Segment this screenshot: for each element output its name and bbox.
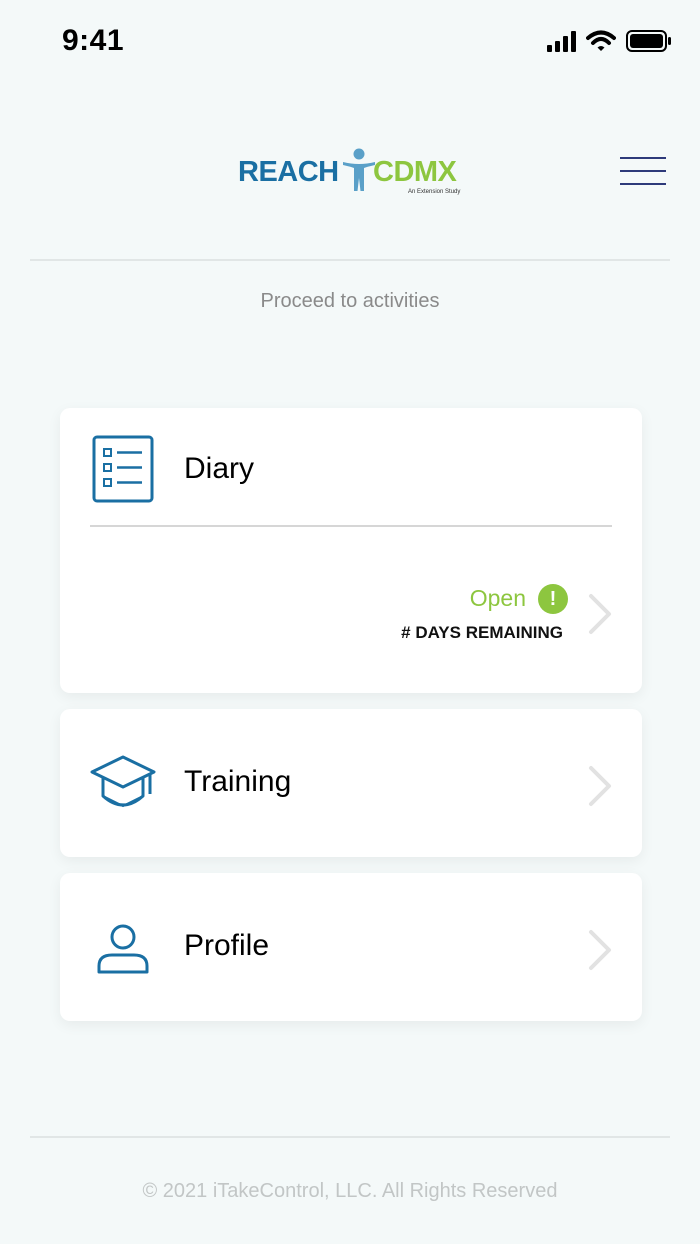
profile-card[interactable]: Profile xyxy=(60,873,642,1021)
person-icon xyxy=(97,924,149,974)
logo-subtitle: An Extension Study xyxy=(408,189,461,195)
header: REACH CDMX An Extension Study xyxy=(0,120,700,230)
exclamation-icon: ! xyxy=(538,584,568,614)
diary-title: Diary xyxy=(184,452,255,485)
battery-icon xyxy=(626,30,671,52)
graduation-cap-icon xyxy=(90,755,156,808)
training-title: Training xyxy=(184,765,292,798)
diary-divider xyxy=(90,525,612,527)
page-subtitle: Proceed to activities xyxy=(260,290,440,312)
chevron-right-icon[interactable] xyxy=(587,765,613,807)
chevron-right-icon[interactable] xyxy=(587,929,613,971)
status-icons xyxy=(547,30,672,52)
header-divider xyxy=(30,259,670,261)
days-remaining: # DAYS REMAINING xyxy=(401,623,563,642)
reach-cdmx-logo: REACH CDMX An Extension Study xyxy=(238,144,468,204)
footer-divider xyxy=(30,1136,670,1138)
status-time: 9:41 xyxy=(62,24,125,57)
copyright-text: © 2021 iTakeControl, LLC. All Rights Res… xyxy=(142,1180,558,1202)
logo-reach-text: REACH xyxy=(238,156,339,188)
logo-cdmx-text: CDMX xyxy=(373,156,457,188)
diary-card[interactable]: Diary Open ! # DAYS REMAINING xyxy=(60,408,642,693)
diary-status: Open xyxy=(469,585,526,611)
training-card[interactable]: Training xyxy=(60,709,642,857)
cellular-signal-icon xyxy=(547,30,576,52)
wifi-icon xyxy=(586,30,616,51)
chevron-right-icon[interactable] xyxy=(587,593,613,635)
status-bar: 9:41 xyxy=(0,0,700,90)
hamburger-menu-icon[interactable] xyxy=(620,157,668,189)
logo-person-icon xyxy=(343,148,375,191)
checklist-icon xyxy=(92,435,154,503)
profile-title: Profile xyxy=(184,929,270,962)
